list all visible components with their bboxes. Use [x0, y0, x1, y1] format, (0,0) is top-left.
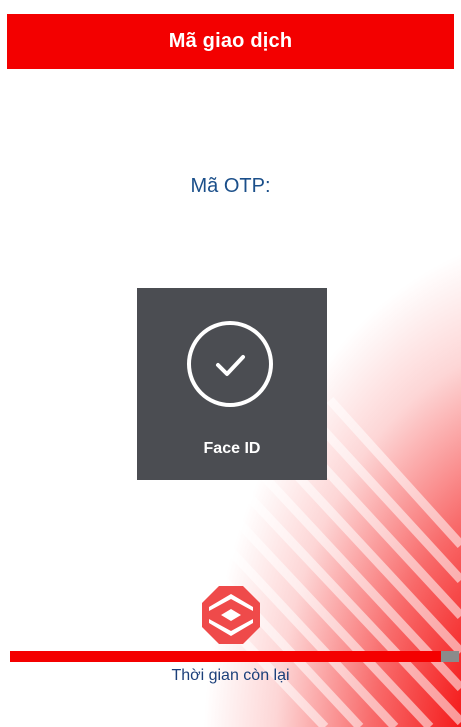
time-remaining-label: Thời gian còn lại	[171, 667, 290, 684]
otp-label: Mã OTP:	[190, 175, 271, 197]
bank-logo-icon	[202, 586, 260, 644]
countdown-progress-fill	[10, 651, 442, 662]
page-title: Mã giao dịch	[168, 30, 293, 52]
countdown-progress-bar	[10, 651, 459, 662]
check-circle-icon	[187, 321, 273, 407]
otp-screen: Mã giao dịch Mã OTP: Face ID Thời gian c…	[0, 0, 461, 727]
face-id-label: Face ID	[203, 440, 261, 457]
face-id-button[interactable]: Face ID	[137, 288, 327, 480]
app-header: Mã giao dịch	[7, 14, 454, 69]
